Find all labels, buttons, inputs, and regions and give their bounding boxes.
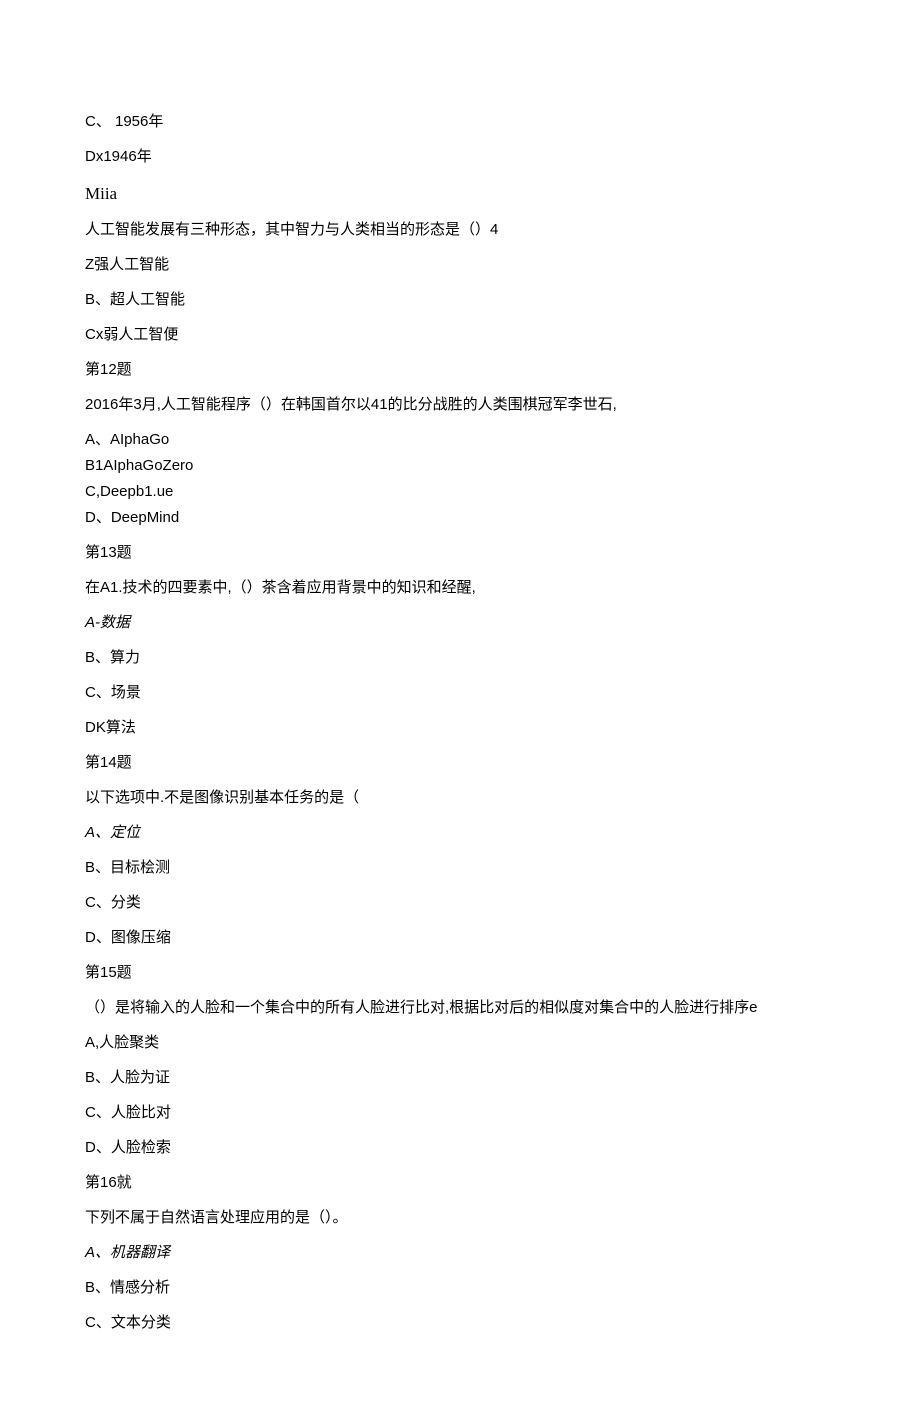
option-b-face-verify: B、人脸为证 xyxy=(85,1066,835,1090)
option-c-text-classify: C、文本分类 xyxy=(85,1311,835,1335)
question-15-header: 第15题 xyxy=(85,961,835,985)
question-12-header: 第12题 xyxy=(85,358,835,382)
question-16-stem: 下列不属于自然语言处理应用的是（）。 xyxy=(85,1206,835,1230)
question-11-stem: 人工智能发展有三种形态，其中智力与人类相当的形态是（）4 xyxy=(85,218,835,242)
option-d-compression: D、图像压缩 xyxy=(85,926,835,950)
question-16-header: 第16就 xyxy=(85,1171,835,1195)
question-13-header: 第13题 xyxy=(85,541,835,565)
question-14-stem: 以下选项中.不是图像识别基本任务的是（ xyxy=(85,786,835,810)
option-d-deepmind: D、DeepMind xyxy=(85,506,835,530)
question-13-stem: 在A1.技术的四要素中,（）茶含着应用背景中的知识和经醒, xyxy=(85,576,835,600)
option-c-deepblue: C,Deepb1.ue xyxy=(85,480,835,504)
option-b-compute: B、算力 xyxy=(85,646,835,670)
option-c-classification: C、分类 xyxy=(85,891,835,915)
text-miia: Miia xyxy=(85,180,835,207)
option-a-data: A-数据 xyxy=(85,611,835,635)
document-content: C、 1956年 Dx1946年 Miia 人工智能发展有三种形态，其中智力与人… xyxy=(85,110,835,1335)
question-14-header: 第14题 xyxy=(85,751,835,775)
option-c-weak-ai: Cx弱人工智便 xyxy=(85,323,835,347)
option-d-face-search: D、人脸检索 xyxy=(85,1136,835,1160)
option-a-alphago: A、AIphaGo xyxy=(85,428,835,452)
option-a-face-cluster: A,人脸聚类 xyxy=(85,1031,835,1055)
question-12-stem: 2016年3月,人工智能程序（）在韩国首尔以41的比分战胜的人类围棋冠军李世石, xyxy=(85,393,835,417)
option-b-sentiment: B、情感分析 xyxy=(85,1276,835,1300)
option-b-super-ai: B、超人工智能 xyxy=(85,288,835,312)
option-b-detection: B、目标桧测 xyxy=(85,856,835,880)
option-a-positioning: A、定位 xyxy=(85,821,835,845)
option-b-alphagozero: B1AIphaGoZero xyxy=(85,454,835,478)
option-z-strong-ai: Z强人工智能 xyxy=(85,253,835,277)
option-c-face-compare: C、人脸比对 xyxy=(85,1101,835,1125)
question-15-stem: （）是将输入的人脸和一个集合中的所有人脸进行比对,根据比对后的相似度对集合中的人… xyxy=(85,996,835,1020)
option-c-1956: C、 1956年 xyxy=(85,110,835,134)
option-a-translation: A、机器翻译 xyxy=(85,1241,835,1265)
option-d-1946: Dx1946年 xyxy=(85,145,835,169)
option-d-algorithm: DK算法 xyxy=(85,716,835,740)
option-c-scene: C、场景 xyxy=(85,681,835,705)
